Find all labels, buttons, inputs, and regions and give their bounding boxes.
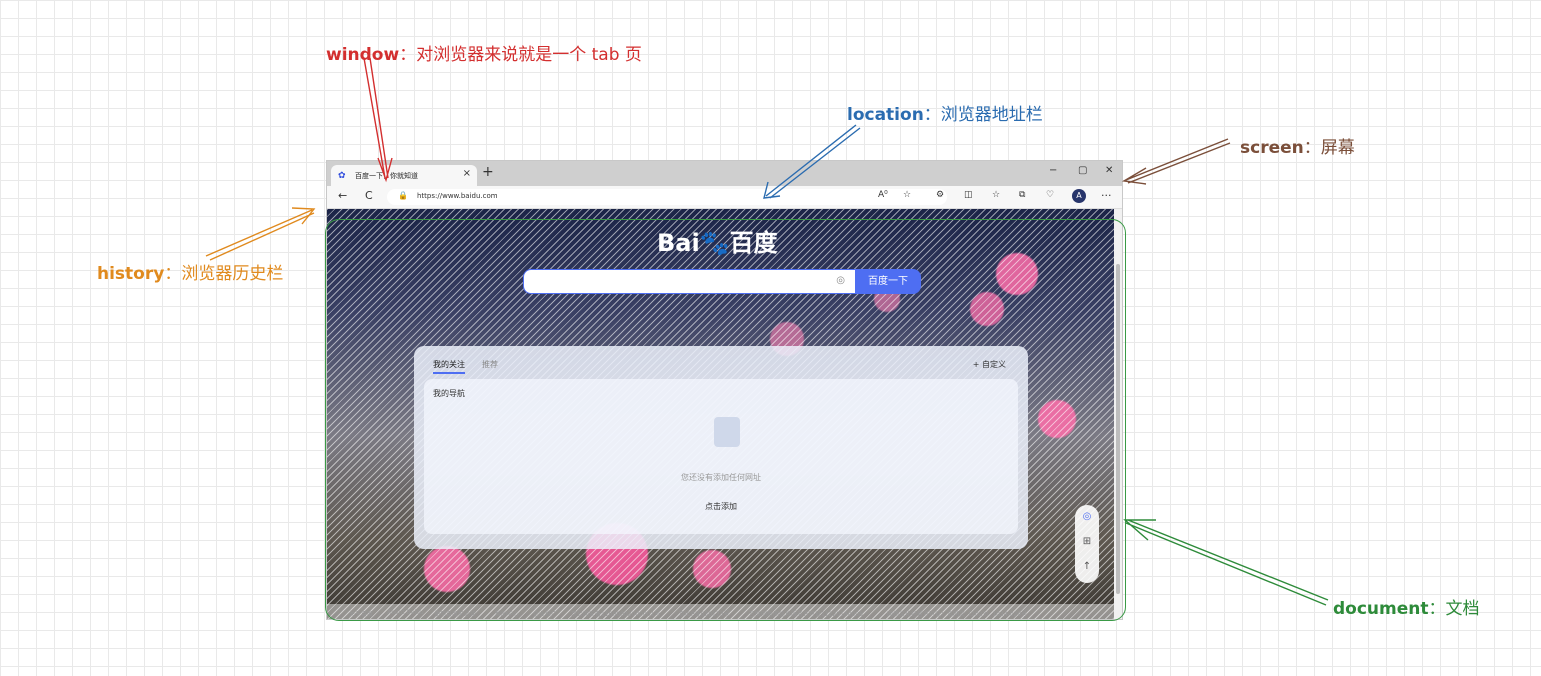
address-bar[interactable]: 🔒 https://www.baidu.com	[387, 189, 947, 205]
footer-link[interactable]: 互联网新闻信息服务许可证11220180008	[749, 609, 863, 618]
back-to-top-icon[interactable]: ↑	[1075, 561, 1099, 572]
document-annotation-text: ：文档	[1428, 599, 1480, 619]
history-annotation-text: ：浏览器历史栏	[164, 264, 284, 284]
empty-box-icon	[714, 417, 740, 447]
location-annotation: location：浏览器地址栏	[847, 100, 1043, 125]
more-menu-button[interactable]: ···	[1101, 189, 1112, 202]
page-footer: 关于百度 About Baidu 使用百度前必读 帮助中心 企业推广 京公网安备…	[327, 604, 1115, 619]
history-arrow	[205, 207, 316, 261]
qr-code-icon[interactable]: ⊞	[1075, 536, 1099, 547]
scrollbar[interactable]	[1114, 209, 1122, 619]
close-window-button[interactable]: ✕	[1105, 165, 1113, 176]
window-annotation: window：对浏览器来说就是一个 tab 页	[326, 40, 642, 65]
read-aloud-icon[interactable]: A⁰	[878, 190, 888, 200]
window-annotation-key: window	[326, 45, 400, 65]
window-annotation-text: ：对浏览器来说就是一个 tab 页	[399, 45, 642, 65]
tab-recommend[interactable]: 推荐	[482, 359, 498, 370]
page-content: Bai🐾百度 ◎ 百度一下 我的关注 推荐 + 自定义 我的导航 您还没有添加任…	[327, 209, 1115, 619]
tab-following[interactable]: 我的关注	[433, 359, 465, 374]
back-button[interactable]: ←	[338, 189, 347, 202]
camera-icon[interactable]: ◎	[836, 275, 845, 286]
document-annotation-key: document	[1333, 599, 1429, 619]
address-url[interactable]: https://www.baidu.com	[417, 192, 498, 200]
search-input[interactable]: ◎	[523, 269, 856, 294]
history-annotation: history：浏览器历史栏	[97, 259, 283, 284]
my-navigation-box: 我的导航 您还没有添加任何网址 点击添加	[424, 379, 1018, 534]
customize-button[interactable]: + 自定义	[973, 359, 1006, 370]
refresh-button[interactable]: C	[365, 189, 373, 202]
screen-annotation-text: ：屏幕	[1303, 138, 1355, 158]
location-annotation-text: ：浏览器地址栏	[923, 105, 1043, 125]
browser-toolbar: ← C 🔒 https://www.baidu.com A⁰ ☆ ⚙ ◫ ☆ ⧉…	[327, 186, 1122, 209]
side-tools: ◎ ⊞ ↑	[1075, 505, 1099, 583]
ai-assistant-icon[interactable]: ◎	[1075, 511, 1099, 522]
search-button[interactable]: 百度一下	[855, 269, 921, 294]
lock-icon: 🔒	[398, 191, 408, 200]
footer-link[interactable]: 网络文化经营许可证：京网文〔2023〕1034-029号	[887, 609, 1027, 618]
collections-icon[interactable]: ⧉	[1019, 190, 1025, 200]
empty-text: 您还没有添加任何网址	[681, 473, 761, 482]
baidu-logo: Bai🐾百度	[657, 229, 778, 257]
title-bar: ✿ 百度一下，你就知道 × + − ▢ ✕	[327, 161, 1122, 186]
location-annotation-key: location	[847, 105, 924, 125]
profile-avatar[interactable]: A	[1072, 189, 1086, 203]
history-annotation-key: history	[97, 264, 165, 284]
maximize-button[interactable]: ▢	[1078, 165, 1087, 176]
document-arrow	[1123, 519, 1329, 606]
footer-link[interactable]: 京公网安备11000002000001号	[571, 609, 660, 618]
favorites-icon[interactable]: ☆	[992, 190, 1000, 200]
footer-link[interactable]: 企业推广	[533, 609, 557, 618]
favorite-icon[interactable]: ☆	[903, 190, 911, 200]
split-screen-icon[interactable]: ◫	[964, 190, 973, 200]
browser-essentials-icon[interactable]: ♡	[1046, 190, 1054, 200]
baidu-paw-icon: ✿	[338, 170, 346, 181]
navigation-panel: 我的关注 推荐 + 自定义 我的导航 您还没有添加任何网址 点击添加	[414, 346, 1028, 549]
footer-link[interactable]: 京ICP证030173号	[679, 609, 729, 618]
footer-link[interactable]: 帮助中心	[495, 609, 519, 618]
tab-close-icon[interactable]: ×	[463, 168, 471, 179]
footer-link[interactable]: About Baidu	[387, 609, 424, 616]
footer-link[interactable]: 关于百度	[349, 609, 373, 618]
document-annotation: document：文档	[1333, 594, 1480, 619]
add-site-link[interactable]: 点击添加	[424, 501, 1018, 512]
scrollbar-thumb[interactable]	[1116, 264, 1120, 594]
screen-annotation: screen：屏幕	[1240, 133, 1355, 158]
screen-arrow	[1121, 138, 1231, 185]
new-tab-button[interactable]: +	[482, 164, 494, 180]
browser-window: ✿ 百度一下，你就知道 × + − ▢ ✕ ← C 🔒 https://www.…	[326, 160, 1123, 620]
browser-tab[interactable]: ✿ 百度一下，你就知道 ×	[331, 165, 477, 186]
extensions-icon[interactable]: ⚙	[936, 190, 944, 200]
minimize-button[interactable]: −	[1049, 165, 1057, 176]
footer-link[interactable]: 使用百度前必读	[434, 609, 476, 618]
screen-annotation-key: screen	[1240, 138, 1304, 158]
tab-title: 百度一下，你就知道	[355, 171, 418, 180]
nav-title: 我的导航	[433, 389, 465, 398]
